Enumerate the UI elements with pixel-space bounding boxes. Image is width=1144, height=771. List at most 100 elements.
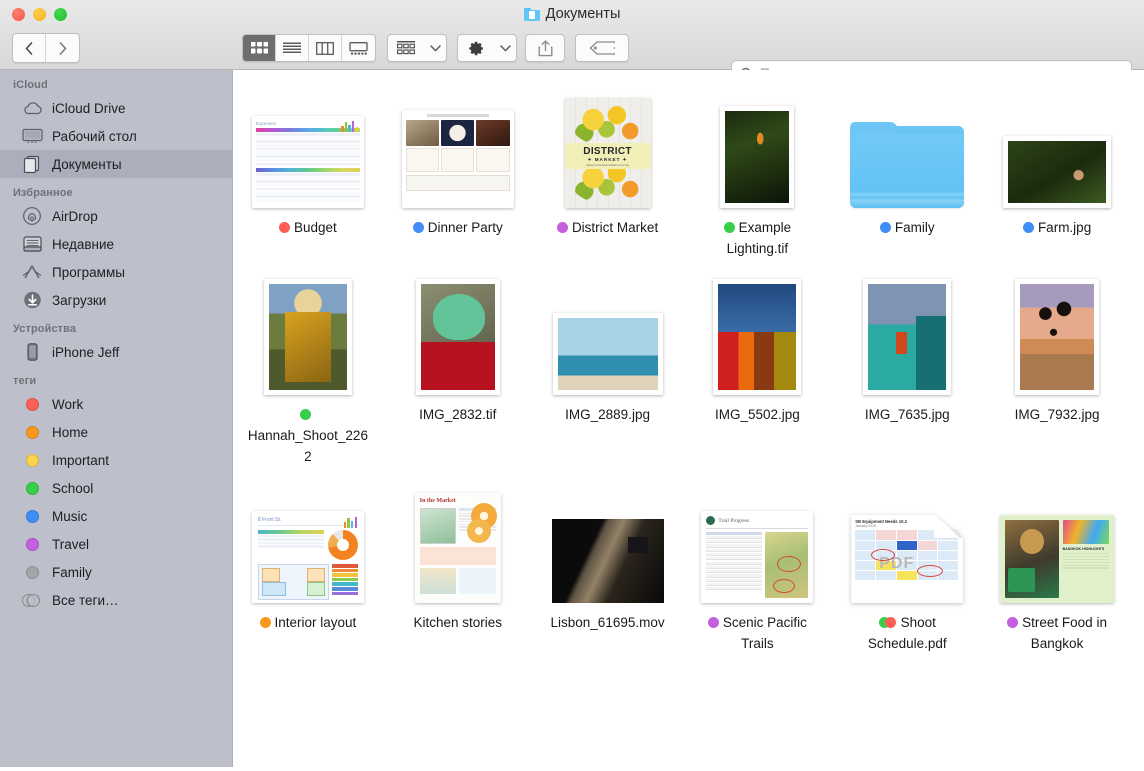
gallery-view-button[interactable] [342,35,375,61]
file-name-label[interactable]: Family [880,217,935,238]
file-item[interactable]: 8 Front St. [233,477,383,654]
tag-dot-icon [26,482,39,495]
file-thumbnail[interactable]: Trail Progress [693,483,821,603]
file-thumbnail[interactable] [394,275,522,395]
file-item[interactable]: IMG_2832.tif [383,269,533,467]
minimize-window-button[interactable] [33,8,46,21]
file-item[interactable]: Farm.jpg [982,82,1132,259]
file-name-label[interactable]: IMG_5502.jpg [715,404,800,425]
file-thumbnail[interactable]: SB Equipment Needs 10.2 January 2019 [843,483,971,603]
file-name-label[interactable]: IMG_7932.jpg [1015,404,1100,425]
arrange-dropdown-caret[interactable] [424,35,446,61]
sidebar-item-загрузки[interactable]: Загрузки [0,286,232,314]
file-item[interactable]: Hannah_Shoot_2262 [233,269,383,467]
close-window-button[interactable] [12,8,25,21]
sidebar-item-icloud-drive[interactable]: iCloud Drive [0,94,232,122]
file-thumbnail[interactable]: In the Market [394,483,522,603]
sidebar-item-документы[interactable]: Документы [0,150,232,178]
sidebar-item-school[interactable]: School [0,474,232,502]
vertical-scrollbar[interactable] [1132,70,1144,767]
file-item[interactable]: Family [832,82,982,259]
file-item[interactable]: In the Market Kitche [383,477,533,654]
action-button[interactable] [457,34,517,62]
file-name-label[interactable]: District Market [557,217,658,238]
file-item[interactable]: SB Equipment Needs 10.2 January 2019 [832,477,982,654]
file-name-label[interactable]: Street Food in Bangkok [995,612,1119,654]
file-item[interactable]: Dinner Party [383,82,533,259]
file-name-label[interactable]: Interior layout [260,612,357,633]
file-name-label[interactable]: IMG_2889.jpg [565,404,650,425]
file-thumbnail[interactable]: 8 Front St. [244,483,372,603]
file-name-label[interactable]: Budget [279,217,337,238]
sidebar-item-important[interactable]: Important [0,446,232,474]
sidebar-item-work[interactable]: Work [0,390,232,418]
sidebar-item-программы[interactable]: Программы [0,258,232,286]
file-item[interactable]: IMG_2889.jpg [533,269,683,467]
column-view-button[interactable] [309,35,342,61]
file-thumbnail[interactable]: Expenses [244,88,372,208]
file-name-label[interactable]: IMG_7635.jpg [865,404,950,425]
view-mode-button-group [242,34,376,62]
share-button[interactable] [525,34,565,62]
file-thumbnail[interactable] [544,483,672,603]
file-thumbnail[interactable] [843,88,971,208]
file-item[interactable]: Lisbon_61695.mov [533,477,683,654]
file-item[interactable]: DISTRICT ✦ MARKET ✦ Always a wonderful b… [533,82,683,259]
file-thumbnail[interactable]: BANGKOK HIGHLIGHTS [993,483,1121,603]
file-thumbnail[interactable] [394,88,522,208]
file-item[interactable]: IMG_7635.jpg [832,269,982,467]
sidebar-item-рабочий-стол[interactable]: Рабочий стол [0,122,232,150]
thumbnail-spreadsheet: Expenses [252,116,364,208]
arrange-button[interactable] [387,34,447,62]
chevron-down-icon [430,45,441,52]
file-thumbnail[interactable]: DISTRICT ✦ MARKET ✦ Always a wonderful b… [544,88,672,208]
file-name-text: Example Lighting.tif [727,220,792,256]
file-browser-content[interactable]: Expenses Budget [233,70,1144,767]
file-thumbnail[interactable] [693,275,821,395]
list-view-button[interactable] [276,35,309,61]
file-thumbnail[interactable] [244,275,372,395]
file-thumbnail[interactable] [993,275,1121,395]
maximize-window-button[interactable] [54,8,67,21]
file-name-label[interactable]: Dinner Party [413,217,503,238]
icon-view-button[interactable] [243,35,276,61]
desktop-icon [21,127,43,145]
file-item[interactable]: Expenses Budget [233,82,383,259]
file-thumbnail[interactable] [693,88,821,208]
back-button[interactable] [13,34,46,62]
tags-button[interactable] [575,34,629,62]
file-thumbnail[interactable] [843,275,971,395]
sidebar-item-travel[interactable]: Travel [0,530,232,558]
action-gear-button[interactable] [458,35,494,61]
tag-icon-button[interactable] [576,35,628,61]
action-dropdown-caret[interactable] [494,35,516,61]
file-name-label[interactable]: IMG_2832.tif [419,404,496,425]
file-item[interactable]: IMG_7932.jpg [982,269,1132,467]
file-item[interactable]: IMG_5502.jpg [682,269,832,467]
sidebar-item-iphone-jeff[interactable]: iPhone Jeff [0,338,232,366]
sidebar-item-airdrop[interactable]: AirDrop [0,202,232,230]
thumbnail-photo-sunset [1015,279,1099,395]
share-icon-button[interactable] [526,35,564,61]
file-name-label[interactable]: Example Lighting.tif [695,217,819,259]
file-name-label[interactable]: Scenic Pacific Trails [695,612,819,654]
file-name-label[interactable]: Shoot Schedule.pdf [845,612,969,654]
sidebar-item-home[interactable]: Home [0,418,232,446]
sidebar-item-family[interactable]: Family [0,558,232,586]
arrange-icon-button[interactable] [388,35,424,61]
file-thumbnail[interactable] [544,275,672,395]
file-name-label[interactable]: Lisbon_61695.mov [551,612,665,633]
sidebar-item-music[interactable]: Music [0,502,232,530]
forward-button[interactable] [46,34,79,62]
file-thumbnail[interactable] [993,88,1121,208]
file-item[interactable]: BANGKOK HIGHLIGHTS Street Food in Bangko… [982,477,1132,654]
file-name-label[interactable]: Hannah_Shoot_2262 [246,404,370,467]
sidebar-item-недавние[interactable]: Недавние [0,230,232,258]
file-item[interactable]: Trail Progress Scenic Pacific Trails [682,477,832,654]
window-title: Документы [0,3,1144,25]
file-name-text: Street Food in Bangkok [1022,615,1107,651]
sidebar-item-все-теги[interactable]: Все теги… [0,586,232,614]
file-item[interactable]: Example Lighting.tif [682,82,832,259]
file-name-label[interactable]: Farm.jpg [1023,217,1091,238]
file-name-label[interactable]: Kitchen stories [413,612,502,633]
